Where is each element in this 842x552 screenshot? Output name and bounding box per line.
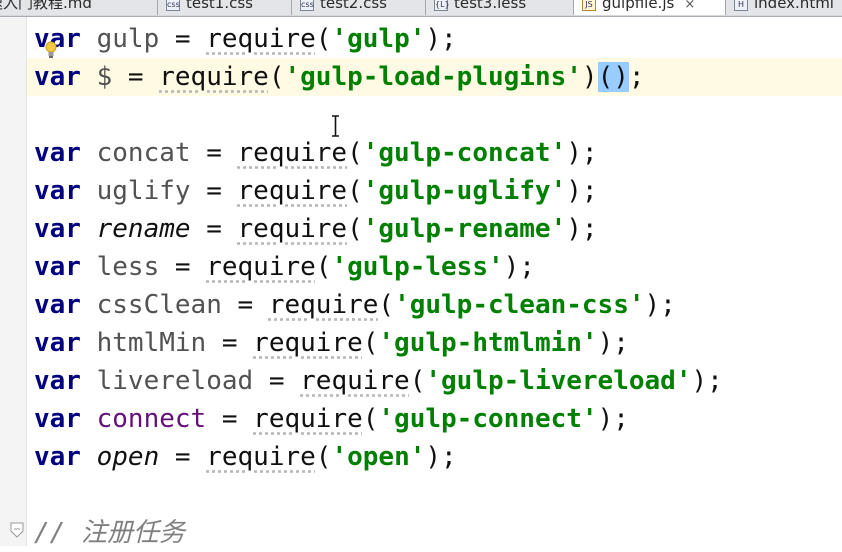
tab-markdown-tutorial[interactable]: M速入门教程.md (0, 0, 158, 15)
code-line-4[interactable]: var concat = require('gulp-concat'); (34, 134, 842, 172)
code-line-10[interactable]: var livereload = require('gulp-livereloa… (34, 362, 842, 400)
code-line-11[interactable]: var connect = require('gulp-connect'); (34, 400, 842, 438)
tab-index-html[interactable]: Hindex.html (726, 0, 842, 15)
brace-match-highlight: () (597, 62, 629, 92)
tab-label: test1.css (186, 0, 253, 12)
fold-marker-icon[interactable] (10, 522, 24, 538)
tab-test2-css[interactable]: css test2.css (292, 0, 426, 15)
less-file-icon: {L} (434, 0, 450, 11)
code-line-5[interactable]: var uglify = require('gulp-uglify'); (34, 172, 842, 210)
tab-label: test3.less (454, 0, 527, 12)
code-line-12[interactable]: var open = require('open'); (34, 438, 842, 476)
code-line-2-current[interactable]: var $ = require('gulp-load-plugins')(); (27, 58, 842, 96)
tab-test1-css[interactable]: css test1.css (158, 0, 292, 15)
code-line-7[interactable]: var less = require('gulp-less'); (34, 248, 842, 286)
css-file-icon: css (300, 0, 314, 11)
tab-test3-less[interactable]: {L} test3.less (426, 0, 574, 15)
tab-label: 速入门教程.md (0, 0, 92, 12)
code-editor[interactable]: var gulp = require('gulp'); var $ = requ… (0, 17, 842, 548)
code-line-6[interactable]: var rename = require('gulp-rename'); (34, 210, 842, 248)
text-cursor-icon (332, 115, 339, 137)
close-tab-icon[interactable]: × (684, 0, 695, 12)
html-file-icon: H (734, 0, 748, 11)
js-file-icon: JS (582, 0, 596, 11)
comment-text: // 注册任务 (34, 518, 185, 548)
code-line-8[interactable]: var cssClean = require('gulp-clean-css')… (34, 286, 842, 324)
code-line-9[interactable]: var htmlMin = require('gulp-htmlmin'); (34, 324, 842, 362)
tab-label: test2.css (320, 0, 387, 12)
tab-label: gulpfile.js (602, 0, 675, 12)
code-line-1[interactable]: var gulp = require('gulp'); (34, 20, 842, 58)
lightbulb-icon[interactable] (44, 41, 58, 59)
code-comment-line[interactable]: // 注册任务 (34, 514, 842, 552)
css-file-icon: css (166, 0, 180, 11)
tab-label: index.html (754, 0, 834, 12)
editor-tab-bar: M速入门教程.md css test1.css css test2.css {L} t… (0, 0, 842, 17)
tab-gulpfile-js[interactable]: JS gulpfile.js × (574, 0, 726, 15)
